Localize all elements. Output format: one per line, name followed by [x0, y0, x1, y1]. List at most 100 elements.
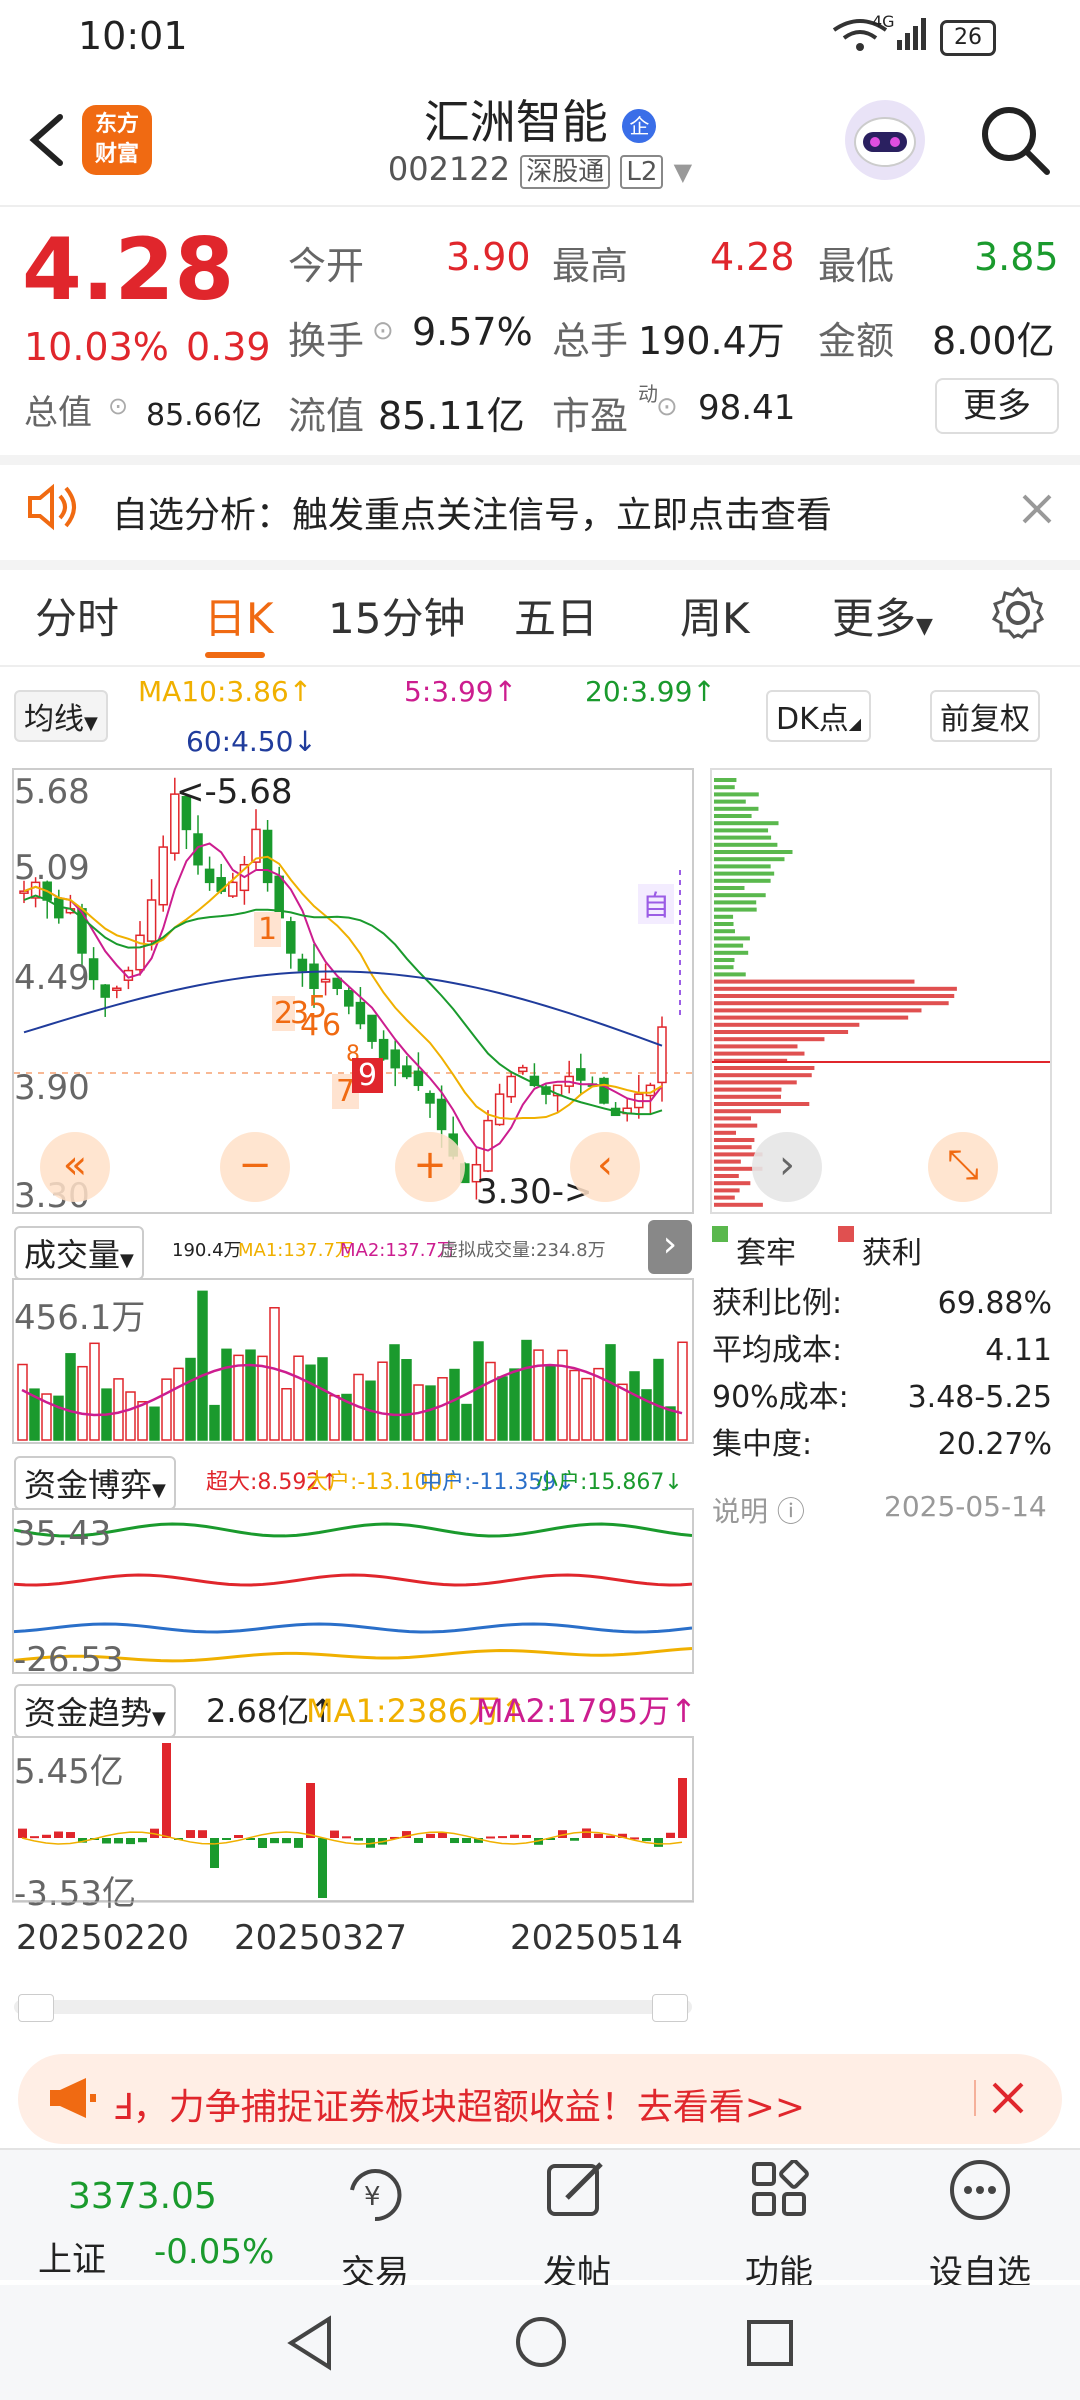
- flow-bar: [54, 1831, 63, 1838]
- forward-adjust-button[interactable]: 前复权: [930, 690, 1040, 742]
- chip-bar: [714, 907, 757, 912]
- flow-bar: [426, 1833, 435, 1838]
- volume-bar: [653, 1358, 664, 1441]
- info-icon[interactable]: ⊙: [108, 392, 128, 420]
- caret-down-icon: ▼: [152, 1480, 166, 1501]
- volume-bar: [677, 1341, 688, 1441]
- volume-bar: [377, 1361, 388, 1441]
- expand-icon[interactable]: ⤡: [928, 1132, 998, 1202]
- volume-bar: [173, 1367, 184, 1441]
- chip-bar: [714, 986, 957, 991]
- info-icon[interactable]: ⊙: [372, 316, 394, 346]
- range-scrollbar[interactable]: [14, 1994, 692, 2022]
- volume-bar: [329, 1394, 340, 1441]
- panel-expand-arrow-icon[interactable]: ›: [648, 1220, 692, 1274]
- volume-bar: [545, 1365, 556, 1441]
- search-icon[interactable]: [975, 100, 1055, 180]
- flow-bar: [582, 1828, 591, 1838]
- candlestick: [390, 1049, 400, 1069]
- info-icon: ⓘ: [776, 1495, 805, 1528]
- system-recents-icon[interactable]: [745, 2318, 795, 2368]
- chip-note-link[interactable]: 说明 ⓘ: [712, 1490, 805, 1530]
- volume-bar: [425, 1385, 436, 1441]
- range-handle-right[interactable]: [652, 1994, 688, 2022]
- scroll-left-button[interactable]: «: [40, 1132, 110, 1202]
- zoom-in-button[interactable]: +: [395, 1132, 465, 1202]
- pe-value: 98.41: [698, 388, 796, 428]
- info-icon[interactable]: ⊙: [656, 392, 678, 422]
- more-button[interactable]: 更多: [935, 378, 1059, 434]
- candlestick: [88, 958, 99, 981]
- robot-assistant-icon[interactable]: [845, 100, 925, 180]
- volume-bar: [617, 1383, 628, 1441]
- candlestick: [158, 846, 168, 906]
- chip-bar: [714, 1037, 825, 1042]
- chip-bar: [714, 994, 955, 998]
- ma60-line: [23, 970, 663, 1047]
- tab-daily-k[interactable]: 日K: [204, 585, 274, 646]
- tab-five-day[interactable]: 五日: [514, 585, 598, 646]
- flow-bar: [126, 1838, 135, 1845]
- system-back-icon[interactable]: [285, 2315, 335, 2371]
- bottom-divider: [0, 2148, 1080, 2150]
- stat-key: 获利比例:: [712, 1286, 843, 1321]
- volume-bar: [509, 1368, 520, 1441]
- banner-text[interactable]: 自选分析：触发重点关注信号，立即点击查看: [112, 486, 832, 538]
- settings-gear-icon[interactable]: [990, 585, 1046, 641]
- change-percent: 10.03%: [24, 325, 169, 369]
- chip-bar: [714, 936, 750, 941]
- stock-name: 汇洲智能: [423, 95, 608, 149]
- chip-stat-row: 集中度: 20.27%: [712, 1421, 1052, 1468]
- flow-bar: [318, 1838, 327, 1898]
- trend-selector[interactable]: 资金趋势▼: [14, 1684, 176, 1738]
- volume-bar: [449, 1368, 460, 1441]
- promo-divider: [974, 2080, 976, 2116]
- speaker-icon: [28, 483, 76, 531]
- chip-date: 2025-05-14: [884, 1490, 1047, 1523]
- low-label: 最低: [818, 244, 895, 288]
- promo-text[interactable]: Ⅎ，力争捕捉证券板块超额收益！去看看>>: [112, 2078, 805, 2130]
- tab-more[interactable]: 更多▼: [832, 585, 933, 646]
- zoom-out-button[interactable]: −: [220, 1132, 290, 1202]
- y-label-2: 5.09: [14, 848, 90, 888]
- capital-y-max: 35.43: [14, 1514, 112, 1554]
- chip-bar: [714, 1030, 849, 1034]
- flow-bar: [498, 1836, 507, 1839]
- tab-intraday[interactable]: 分时: [35, 585, 119, 646]
- chip-stat-row: 平均成本: 4.11: [712, 1327, 1052, 1374]
- enterprise-badge: 企: [622, 108, 657, 143]
- index-ticker[interactable]: 3373.05 上证 -0.05%: [18, 2160, 288, 2280]
- scroll-right-button[interactable]: ‹: [570, 1132, 640, 1202]
- dk-point-button[interactable]: DK点◢: [766, 690, 872, 742]
- candlestick: [135, 934, 145, 971]
- chip-bar: [714, 972, 746, 977]
- flow-bar: [666, 1832, 675, 1838]
- note-label: 说明: [712, 1495, 769, 1528]
- chip-bar: [714, 799, 746, 804]
- tab-15min[interactable]: 15分钟: [328, 585, 465, 646]
- ma10-label: MA10:3.86↑: [138, 675, 313, 708]
- volume-selector-label: 成交量: [24, 1236, 121, 1274]
- capital-selector[interactable]: 资金博弈▼: [14, 1456, 176, 1510]
- candlestick: [436, 1098, 447, 1131]
- flow-bar: [198, 1830, 207, 1838]
- range-handle-left[interactable]: [18, 1994, 54, 2022]
- system-home-icon[interactable]: [514, 2315, 568, 2369]
- flow-bar: [342, 1836, 351, 1839]
- chip-bar: [714, 1015, 909, 1020]
- volume-selector[interactable]: 成交量▼: [14, 1226, 144, 1280]
- chip-next-button[interactable]: ›: [752, 1132, 822, 1202]
- chip-bar: [714, 922, 734, 926]
- flow-bar: [414, 1838, 423, 1843]
- tab-weekly-k[interactable]: 周K: [680, 585, 750, 646]
- chip-bar: [714, 1080, 797, 1085]
- chip-bar: [714, 893, 766, 898]
- l2-tag: L2: [620, 155, 664, 189]
- close-icon[interactable]: [990, 2080, 1026, 2116]
- volume-bar: [77, 1365, 88, 1441]
- ma-selector[interactable]: 均线▼: [14, 690, 108, 742]
- candlestick: [506, 1075, 516, 1098]
- candlestick: [332, 977, 342, 989]
- candlestick: [402, 1065, 412, 1078]
- close-icon[interactable]: [1020, 492, 1054, 526]
